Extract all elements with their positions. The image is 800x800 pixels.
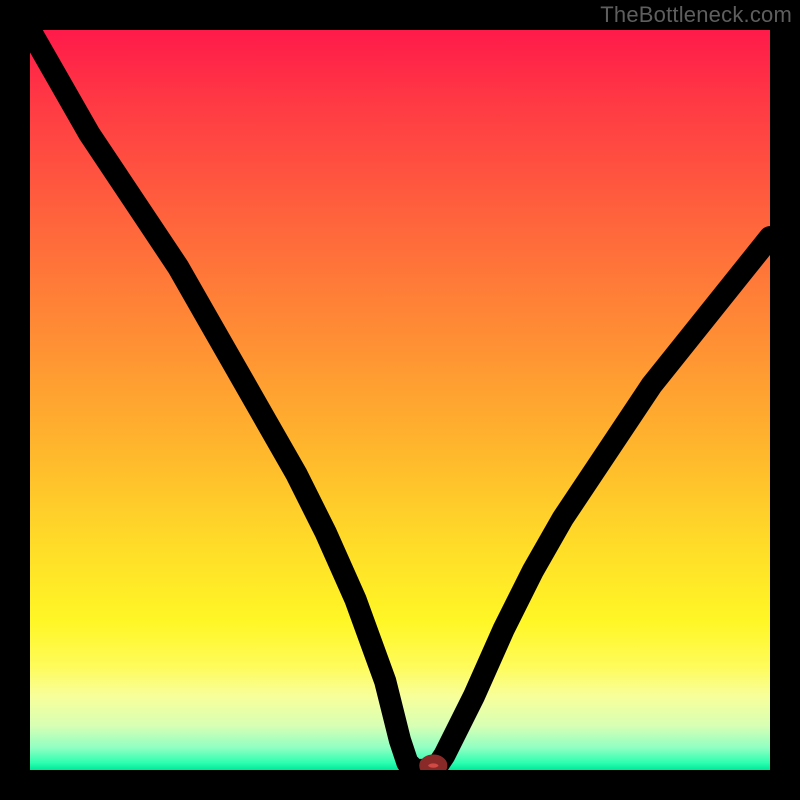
watermark-text: TheBottleneck.com: [600, 2, 792, 28]
optimal-point-marker: [424, 759, 443, 770]
chart-svg: [30, 30, 770, 770]
chart-frame: TheBottleneck.com: [0, 0, 800, 800]
bottleneck-curve: [30, 30, 770, 770]
plot-area: [30, 30, 770, 770]
